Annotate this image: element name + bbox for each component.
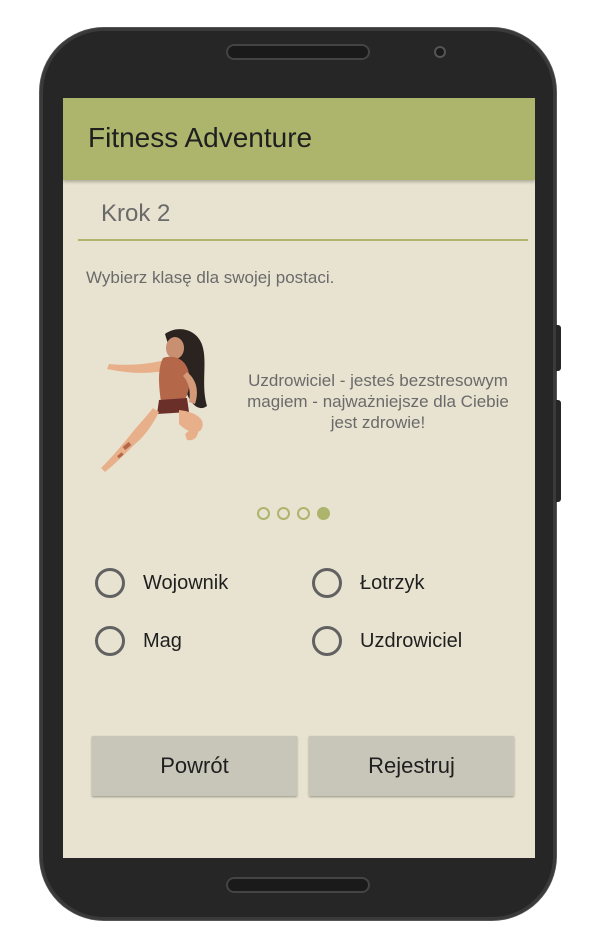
page-dot-active[interactable] [317, 507, 330, 520]
front-camera [434, 46, 446, 58]
radio-button-icon[interactable] [312, 568, 342, 598]
radio-lotrzyk[interactable]: Łotrzyk [312, 568, 424, 598]
step-divider [78, 239, 528, 241]
app-bar: Fitness Adventure [63, 98, 535, 180]
volume-button [556, 400, 561, 502]
instruction-text: Wybierz klasę dla swojej postaci. [86, 268, 335, 287]
page-dot[interactable] [257, 507, 270, 520]
radio-label: Wojownik [143, 571, 229, 594]
earpiece-speaker [226, 44, 370, 60]
radio-label: Uzdrowiciel [360, 629, 463, 652]
healer-character-icon [101, 329, 207, 472]
radio-label: Łotrzyk [360, 571, 425, 594]
page-dot[interactable] [297, 507, 310, 520]
screen: Fitness Adventure Krok 2 Wybierz klasę d… [63, 98, 535, 858]
step-title: Krok 2 [101, 200, 171, 227]
register-button[interactable]: Rejestruj [309, 736, 514, 796]
radio-mag[interactable]: Mag [95, 626, 182, 656]
bottom-speaker [226, 877, 370, 893]
radio-wojownik[interactable]: Wojownik [95, 568, 228, 598]
radio-button-icon[interactable] [312, 626, 342, 656]
radio-label: Mag [143, 629, 182, 652]
carousel-page-indicator[interactable] [257, 507, 330, 520]
radio-button-icon[interactable] [95, 626, 125, 656]
radio-button-icon[interactable] [95, 568, 125, 598]
back-button[interactable]: Powrót [92, 736, 297, 796]
phone-frame: Fitness Adventure Krok 2 Wybierz klasę d… [40, 28, 561, 920]
radio-uzdrowiciel[interactable]: Uzdrowiciel [312, 626, 462, 656]
power-button [556, 325, 561, 371]
page-dot[interactable] [277, 507, 290, 520]
app-title: Fitness Adventure [88, 122, 313, 153]
class-description: Uzdrowiciel - jesteś bezstresowym magiem… [247, 371, 509, 432]
